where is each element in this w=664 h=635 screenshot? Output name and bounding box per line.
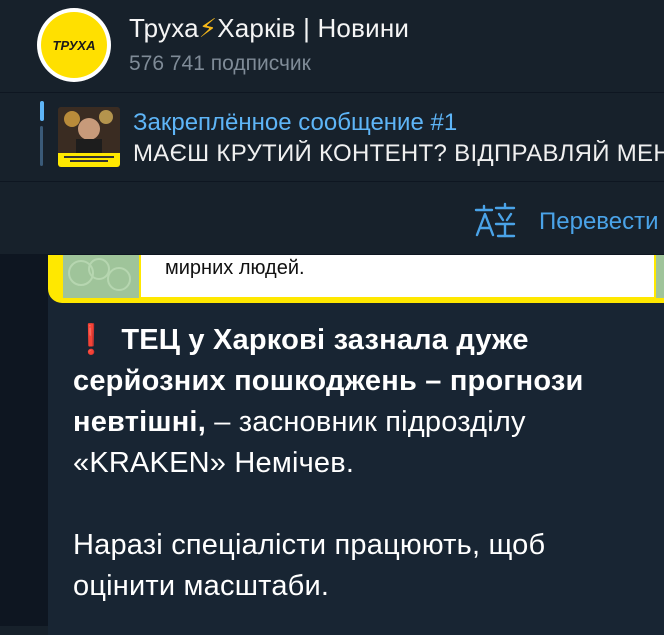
avatar-logo-text: ТРУХА xyxy=(53,38,96,53)
media-caption: мирних людей. xyxy=(165,257,305,279)
channel-title[interactable]: Труха⚡Харків | Новини xyxy=(129,13,409,44)
media-caption-panel: мирних людей. xyxy=(141,255,654,297)
channel-title-suffix: Харків | Новини xyxy=(217,13,410,43)
message-paragraph-2: Наразі спеціалісти працюють, щоб оцінити… xyxy=(73,529,546,602)
channel-title-name: Труха xyxy=(129,13,199,43)
translate-icon[interactable] xyxy=(474,202,516,240)
subscriber-count: 576 741 подписчик xyxy=(129,52,311,75)
pinned-text: МАЄШ КРУТИЙ КОНТЕНТ? ВІДПРАВЛЯЙ МЕНІ xyxy=(133,140,664,167)
chat-area: мирних людей. ❗ ТЕЦ у Харкові зазнала дуж… xyxy=(0,255,664,635)
channel-avatar[interactable]: ТРУХА xyxy=(37,8,111,82)
media-background-right xyxy=(656,255,664,298)
avatar-logo-icon: ТРУХА xyxy=(53,38,96,53)
message-media[interactable]: мирних людей. xyxy=(48,255,664,303)
exclamation-icon: ❗ xyxy=(73,324,110,356)
pinned-label: Закреплённое сообщение #1 xyxy=(133,109,458,136)
pinned-indicator-active xyxy=(40,101,44,121)
translate-bar[interactable]: Перевести xyxy=(0,182,664,255)
translate-button[interactable]: Перевести xyxy=(539,208,659,236)
channel-header[interactable]: ТРУХА Труха⚡Харків | Новини 576 741 подп… xyxy=(0,0,664,93)
pinned-indicator-inactive xyxy=(40,126,43,166)
pinned-message-bar[interactable]: Закреплённое сообщение #1 МАЄШ КРУТИЙ КО… xyxy=(0,93,664,182)
bolt-icon: ⚡ xyxy=(198,13,218,43)
message-text: ❗ ТЕЦ у Харкові зазнала дуже серйозних по… xyxy=(73,320,643,607)
pinned-thumbnail xyxy=(58,107,120,167)
media-background xyxy=(63,255,139,298)
